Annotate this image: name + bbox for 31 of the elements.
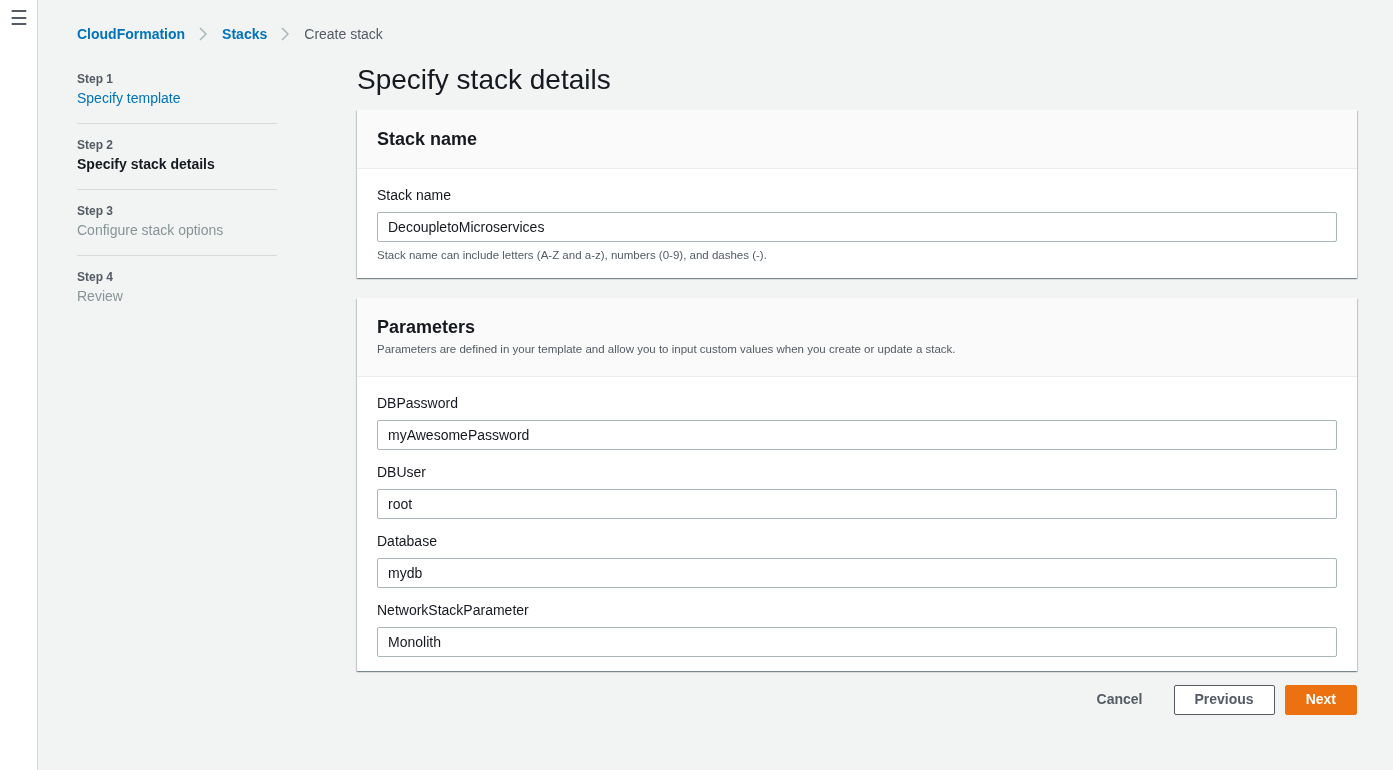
step-number: Step 1 [77,71,114,88]
field-label: Stack name [377,185,452,205]
step-link[interactable]: Specify template [77,88,181,109]
input-field[interactable]: Monolith [377,626,1337,657]
step-number: Step 3 [77,203,114,220]
menu-button[interactable]: ☰ [9,8,28,28]
previous-button[interactable]: Previous [1173,684,1275,715]
field-hint: Stack name can include letters (A-Z and a-z), numbers (0-9), and dashes (-). [377,247,768,263]
field-label: DBPassword [377,393,459,413]
field-label: DBUser [377,462,427,482]
panel-title: Parameters [377,316,477,339]
field-label: NetworkStackParameter [377,600,530,620]
page-title: Specify stack details [357,63,612,97]
step-label: Specify stack details [77,155,216,174]
step-number: Step 2 [77,137,114,154]
chevron-icon [199,27,209,41]
panel-description: Parameters are defined in your template and allow you to input custom values when you create or update a stack. [377,342,957,358]
input-field[interactable]: DecoupletoMicroservices [377,211,1337,242]
input-field[interactable]: mydb [377,557,1337,588]
breadcrumb-link[interactable]: Stacks [222,23,268,45]
breadcrumb-current: Create stack [304,24,383,44]
field-label: Database [377,531,438,551]
input-field[interactable]: root [377,488,1337,519]
step-label: Configure stack options [77,221,225,240]
cancel-button[interactable]: Cancel [1075,684,1164,715]
panel-title: Stack name [377,129,479,151]
input-field[interactable]: myAwesomePassword [377,419,1337,450]
step-number: Step 4 [77,269,114,286]
chevron-icon [281,27,291,41]
step-label: Review [77,287,124,306]
breadcrumb-link[interactable]: CloudFormation [77,23,186,45]
